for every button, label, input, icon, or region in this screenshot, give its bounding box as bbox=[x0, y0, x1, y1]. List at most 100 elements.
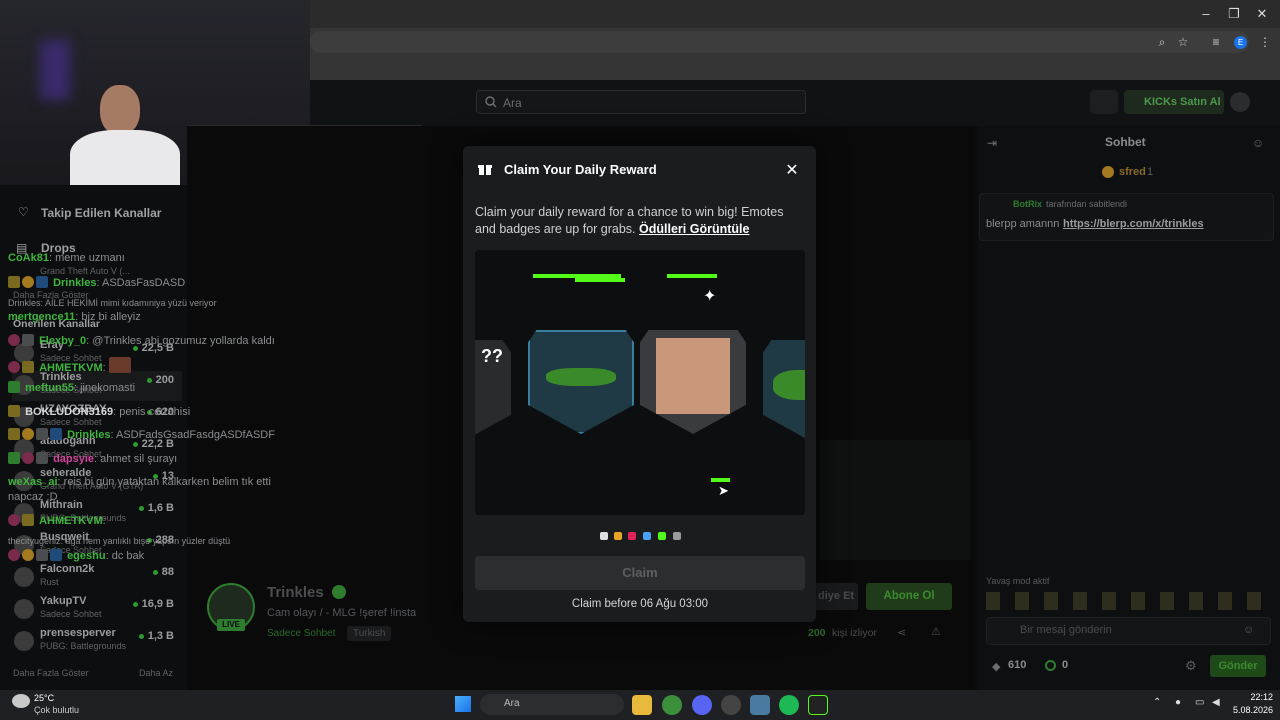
claim-deadline: Claim before 06 Ağu 03:00 bbox=[571, 598, 709, 610]
pinned-by[interactable]: BotRix bbox=[1013, 199, 1042, 209]
menu-kebab-icon[interactable]: ⋮ bbox=[1257, 35, 1273, 49]
rarity-dot bbox=[658, 532, 666, 540]
channel-category: Rust bbox=[40, 577, 59, 587]
chat-text: jinekomasti bbox=[80, 382, 136, 394]
rarity-dot bbox=[628, 532, 636, 540]
claim-button[interactable]: Claim bbox=[475, 556, 805, 590]
chat-text: dc bak bbox=[111, 550, 145, 562]
gift-button[interactable]: diye Et bbox=[812, 583, 858, 610]
chat-username[interactable]: mertgence11 bbox=[8, 311, 75, 323]
weather-desc[interactable]: Çok bulutlu bbox=[34, 705, 79, 715]
chat-text: ahmet sil şurayı bbox=[100, 453, 178, 465]
buy-kicks-button[interactable]: KICKs Satın Al bbox=[1124, 90, 1224, 114]
microphone-icon[interactable]: ● bbox=[1175, 697, 1181, 708]
chat-text: ASDasFasDASD bbox=[102, 277, 186, 289]
close-icon[interactable]: ✕ bbox=[784, 160, 800, 179]
mystery-icon: ?? bbox=[481, 346, 503, 366]
show-less-link[interactable]: Daha Az bbox=[139, 668, 173, 678]
channel-item[interactable]: Falconn2k Rust 88 bbox=[12, 563, 182, 593]
share-icon[interactable]: ⋖ bbox=[897, 626, 906, 639]
emoji-icon[interactable]: ☺ bbox=[1243, 624, 1254, 636]
pinned-link[interactable]: https://blerp.com/x/trinkles bbox=[1063, 218, 1204, 230]
reward-card: ?? bbox=[475, 340, 511, 444]
channel-item[interactable]: prensesperver PUBG: Battlegrounds 1,3 B bbox=[12, 627, 182, 657]
following-channels-link[interactable]: Takip Edilen Kanallar bbox=[41, 206, 161, 220]
language-tag[interactable]: Turkish bbox=[347, 626, 392, 641]
stream-overlay-chat bbox=[820, 440, 970, 560]
rarity-dot bbox=[600, 532, 608, 540]
taskbar-date[interactable]: 5.08.2026 bbox=[1225, 705, 1273, 715]
chat-username[interactable]: CoAk81 bbox=[8, 252, 49, 264]
pinned-label: tarafından sabitlendi bbox=[1046, 199, 1128, 209]
chat-username[interactable]: Flexby_0 bbox=[39, 335, 86, 347]
close-window-button[interactable]: ✕ bbox=[1248, 4, 1276, 24]
chat-username[interactable]: weXas_ai bbox=[8, 476, 58, 488]
settings-gear-icon[interactable]: ⚙ bbox=[1185, 658, 1197, 674]
users-icon[interactable]: ☺ bbox=[1252, 136, 1264, 150]
viewer-count: 1,3 B bbox=[139, 630, 174, 642]
chat-username[interactable]: dapsyie bbox=[53, 453, 94, 465]
chat-message: AHMETKVM: bbox=[8, 357, 298, 374]
maximize-button[interactable]: ❐ bbox=[1220, 4, 1248, 24]
emote-bar[interactable] bbox=[986, 592, 1271, 610]
pepe-emote bbox=[773, 370, 805, 400]
chat-username[interactable]: meftun55 bbox=[25, 382, 74, 394]
rarity-dot bbox=[643, 532, 651, 540]
spotify-icon[interactable] bbox=[779, 695, 799, 715]
reward-spinner: ✦ ?? ➤ bbox=[475, 250, 805, 515]
library-button[interactable] bbox=[1090, 90, 1118, 114]
network-icon[interactable]: ▭ bbox=[1195, 697, 1204, 708]
chat-username[interactable]: Drinkles bbox=[67, 429, 110, 441]
chat-title: Sohbet bbox=[1105, 135, 1146, 149]
weather-icon bbox=[12, 694, 30, 708]
user-avatar[interactable] bbox=[1230, 92, 1250, 112]
kick-app-icon[interactable] bbox=[808, 695, 828, 715]
chat-message: meftun55: jinekomasti bbox=[8, 381, 298, 394]
app-icon[interactable] bbox=[750, 695, 770, 715]
streamer-name[interactable]: Trinkles bbox=[267, 584, 324, 601]
stream-category[interactable]: Sadece Sohbet bbox=[267, 628, 335, 639]
chat-username[interactable]: AHMETKVM bbox=[39, 362, 103, 374]
send-button[interactable]: Gönder bbox=[1210, 655, 1266, 677]
chat-message: Flexby_0: @Trinkles abi gozumuz yollarda… bbox=[8, 334, 298, 347]
collapse-chat-icon[interactable]: ⇥ bbox=[987, 136, 997, 150]
weather-temp[interactable]: 25°C bbox=[34, 693, 54, 703]
zoom-icon[interactable]: ⌕ bbox=[1154, 35, 1170, 50]
file-explorer-icon[interactable] bbox=[632, 695, 652, 715]
chat-username[interactable]: BOKLUDON3169 bbox=[25, 406, 113, 418]
chat-message: egeshu: dc bak bbox=[8, 549, 298, 562]
chat-username[interactable]: AHMETKVM bbox=[39, 515, 103, 527]
volume-icon[interactable]: ◀ bbox=[1212, 697, 1220, 708]
channel-name: prensesperver bbox=[40, 627, 116, 639]
reward-card bbox=[640, 330, 746, 434]
top-gifter-name[interactable]: sfred bbox=[1119, 166, 1146, 178]
gift-icon bbox=[1102, 166, 1114, 178]
profile-avatar[interactable]: E bbox=[1234, 36, 1247, 49]
media-icon[interactable]: ≡ bbox=[1208, 35, 1224, 49]
discord-icon[interactable] bbox=[692, 695, 712, 715]
avatar bbox=[14, 567, 34, 587]
channel-item[interactable]: YakupTV Sadece Sohbet 16,9 B bbox=[12, 595, 182, 625]
bookmark-star-icon[interactable]: ☆ bbox=[1175, 35, 1191, 49]
chat-username[interactable]: Drinkles bbox=[53, 277, 96, 289]
chat-username[interactable]: egeshu bbox=[67, 550, 106, 562]
report-icon[interactable]: ⚠ bbox=[931, 625, 941, 638]
tray-chevron-icon[interactable]: ⌃ bbox=[1153, 697, 1161, 708]
taskbar-search[interactable] bbox=[480, 694, 624, 715]
chat-message: AHMETKVM: bbox=[8, 514, 298, 527]
drops-game: Grand Theft Auto V (... bbox=[40, 266, 130, 276]
chrome-icon[interactable] bbox=[662, 695, 682, 715]
viewer-label: kişi izliyor bbox=[832, 627, 877, 639]
search-input[interactable]: Ara bbox=[476, 90, 806, 114]
show-more-bottom-link[interactable]: Daha Fazla Göster bbox=[13, 668, 89, 678]
minimize-button[interactable]: – bbox=[1192, 4, 1220, 24]
chat-input-placeholder: Bir mesaj gönderin bbox=[1020, 624, 1112, 636]
view-rewards-link[interactable]: Ödülleri Görüntüle bbox=[639, 222, 749, 236]
address-bar[interactable] bbox=[310, 31, 1249, 53]
taskbar-time[interactable]: 22:12 bbox=[1233, 692, 1273, 702]
subscribe-button[interactable]: Abone Ol bbox=[866, 583, 952, 610]
chat-text: @Trinkles abi gozumuz yollarda kaldı bbox=[92, 335, 275, 347]
chat-message: Drinkles: ASDasFasDASD bbox=[8, 276, 298, 289]
start-button[interactable] bbox=[455, 696, 471, 712]
obs-icon[interactable] bbox=[721, 695, 741, 715]
